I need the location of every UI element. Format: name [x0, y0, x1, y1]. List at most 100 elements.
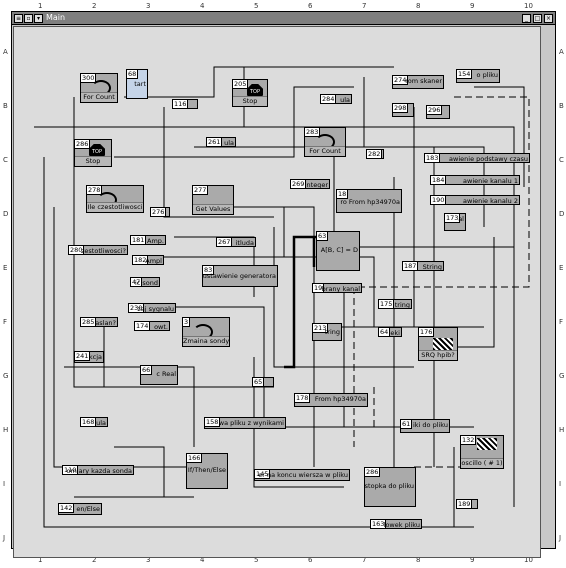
- node-284[interactable]: 284 ula: [320, 94, 352, 104]
- node-296[interactable]: 296: [426, 105, 450, 119]
- minimize-icon[interactable]: _: [522, 14, 531, 23]
- node-282[interactable]: 282: [366, 149, 384, 159]
- node-175[interactable]: 175 tring: [378, 299, 412, 309]
- node-230[interactable]: 230 zaj sygnalu: [128, 303, 176, 313]
- node-while-278[interactable]: 278 Ile czestotliwosci: [86, 185, 144, 213]
- row-tick: I: [3, 480, 6, 488]
- node-187[interactable]: 187 String: [402, 261, 444, 271]
- wire: [474, 86, 525, 187]
- node-145[interactable]: 145 er na koncu wiersza w pliku: [254, 469, 350, 481]
- node-label: ula: [340, 96, 350, 104]
- node-47[interactable]: 47 ic sond: [130, 277, 160, 287]
- node-label: A[B, C] = D: [320, 246, 358, 254]
- node-oscillo-132[interactable]: 132 oscillo ( # 1): [460, 435, 504, 469]
- node-label: itluda: [235, 239, 254, 247]
- node-label: Ampl: [145, 257, 162, 265]
- node-168[interactable]: 168 ula: [80, 417, 108, 427]
- node-read-18[interactable]: 18 ro From hp34970a: [336, 189, 402, 213]
- node-163[interactable]: 163 lowek pliku: [370, 519, 422, 529]
- maximize-icon[interactable]: □: [533, 14, 542, 23]
- node-id: 261: [207, 138, 223, 146]
- node-158[interactable]: 158 wa pliku z wynikami: [204, 417, 286, 429]
- row-tick: D: [3, 210, 9, 218]
- node-label: Get Values: [193, 204, 233, 214]
- node-label: tart: [134, 80, 146, 88]
- node-183[interactable]: 183 awienie podstawy czasu: [424, 153, 530, 163]
- node-id: 282: [367, 150, 383, 158]
- node-srq-176[interactable]: 176 SRQ hpib?: [418, 327, 458, 361]
- node-label: awienie kanalu 1: [463, 177, 518, 185]
- node-190[interactable]: 190 awienie kanalu 2: [430, 195, 520, 205]
- restore-icon[interactable]: ▫: [24, 14, 33, 23]
- row-tick: B: [3, 102, 8, 110]
- row-tick: G: [559, 372, 565, 380]
- close-icon[interactable]: ×: [544, 14, 553, 23]
- row-tick: F: [559, 318, 564, 326]
- node-label: String: [422, 263, 442, 271]
- node-for-count-300[interactable]: 300 For Count: [80, 73, 118, 103]
- row-tick: C: [559, 156, 564, 164]
- node-142[interactable]: 142 en/Else: [58, 503, 102, 515]
- node-start-68[interactable]: 68 tart: [126, 69, 148, 99]
- node-66[interactable]: 66 c Real: [140, 365, 178, 385]
- node-for-count-283[interactable]: 283 For Count: [304, 127, 346, 157]
- node-241[interactable]: 241 kcja: [74, 351, 104, 363]
- node-label: en/Else: [76, 505, 100, 513]
- node-stopka-286[interactable]: 286 stopka do pliku: [364, 467, 416, 507]
- row-tick: H: [3, 426, 9, 434]
- row-tick: B: [559, 102, 564, 110]
- node-154[interactable]: 154 o pliku: [456, 69, 500, 83]
- node-id: 142: [59, 504, 75, 513]
- node-261[interactable]: 261 ula: [206, 137, 236, 147]
- row-tick: E: [3, 264, 8, 272]
- node-19[interactable]: 19 brany kanal: [312, 283, 362, 293]
- node-id: 267: [217, 238, 233, 246]
- program-canvas[interactable]: 300 For Count 68 tart 116 205 TOP Stop 2…: [13, 26, 541, 558]
- node-label: aslan?: [95, 319, 116, 327]
- node-stop-286[interactable]: 286 TOP Stop: [74, 139, 112, 167]
- node-get-values-277[interactable]: 277 Get Values: [192, 185, 234, 215]
- node-id: 66: [141, 366, 153, 375]
- node-173[interactable]: 173 al: [444, 213, 466, 231]
- node-65[interactable]: 65: [252, 377, 274, 387]
- node-285[interactable]: 285 aslan?: [80, 317, 118, 327]
- node-61[interactable]: 61 iki do pliku: [400, 419, 450, 433]
- node-181[interactable]: 181 Amp.: [130, 235, 166, 245]
- node-298[interactable]: 298: [392, 103, 414, 117]
- node-189[interactable]: 189: [456, 499, 478, 509]
- node-formula-63[interactable]: 63 A[B, C] = D: [316, 231, 360, 271]
- chevron-down-icon[interactable]: ▾: [34, 14, 43, 23]
- node-label: er na koncu wiersza w pliku: [258, 471, 348, 479]
- node-213[interactable]: 213 tring: [312, 323, 342, 341]
- node-id: 187: [403, 262, 419, 270]
- node-if-then-else-166[interactable]: 166 If/Then/Else: [186, 453, 228, 489]
- node-id: 285: [81, 318, 97, 326]
- node-label: SRQ hpib?: [419, 350, 457, 360]
- node-id: 286: [365, 468, 381, 477]
- wires: [34, 66, 525, 528]
- node-269[interactable]: 269 Integer: [290, 179, 330, 189]
- node-116[interactable]: 116: [172, 99, 198, 109]
- menu-icon[interactable]: ≡: [14, 14, 23, 23]
- node-182[interactable]: 182 Ampl: [132, 255, 164, 265]
- node-184[interactable]: 184 awienie kanalu 1: [430, 175, 520, 185]
- node-274[interactable]: 274 rom skaner: [392, 75, 444, 89]
- wire: [333, 127, 514, 248]
- node-label: owt.: [154, 323, 168, 331]
- row-tick: G: [3, 372, 9, 380]
- node-zmiana-sondy-3[interactable]: 3 Zmaina sondy: [182, 317, 230, 347]
- column-tick: 10: [524, 2, 533, 10]
- node-id: 205: [233, 80, 249, 89]
- node-label: eki: [390, 329, 400, 337]
- node-267[interactable]: 267 itluda: [216, 237, 256, 247]
- node-276[interactable]: 276: [150, 207, 170, 217]
- node-read-178[interactable]: 178 From hp34970a: [294, 393, 368, 407]
- node-label: If/Then/Else: [187, 466, 226, 474]
- node-stop-205[interactable]: 205 TOP Stop: [232, 79, 268, 107]
- node-83[interactable]: 83 ustawienie generatora: [202, 265, 278, 287]
- node-64[interactable]: 64 eki: [378, 327, 402, 337]
- node-174[interactable]: 174 owt.: [134, 321, 170, 331]
- column-tick: 9: [470, 2, 475, 10]
- node-280[interactable]: 280 zestotliwosci?: [68, 245, 128, 255]
- node-110[interactable]: 110 omiary kazda sonda: [62, 465, 134, 475]
